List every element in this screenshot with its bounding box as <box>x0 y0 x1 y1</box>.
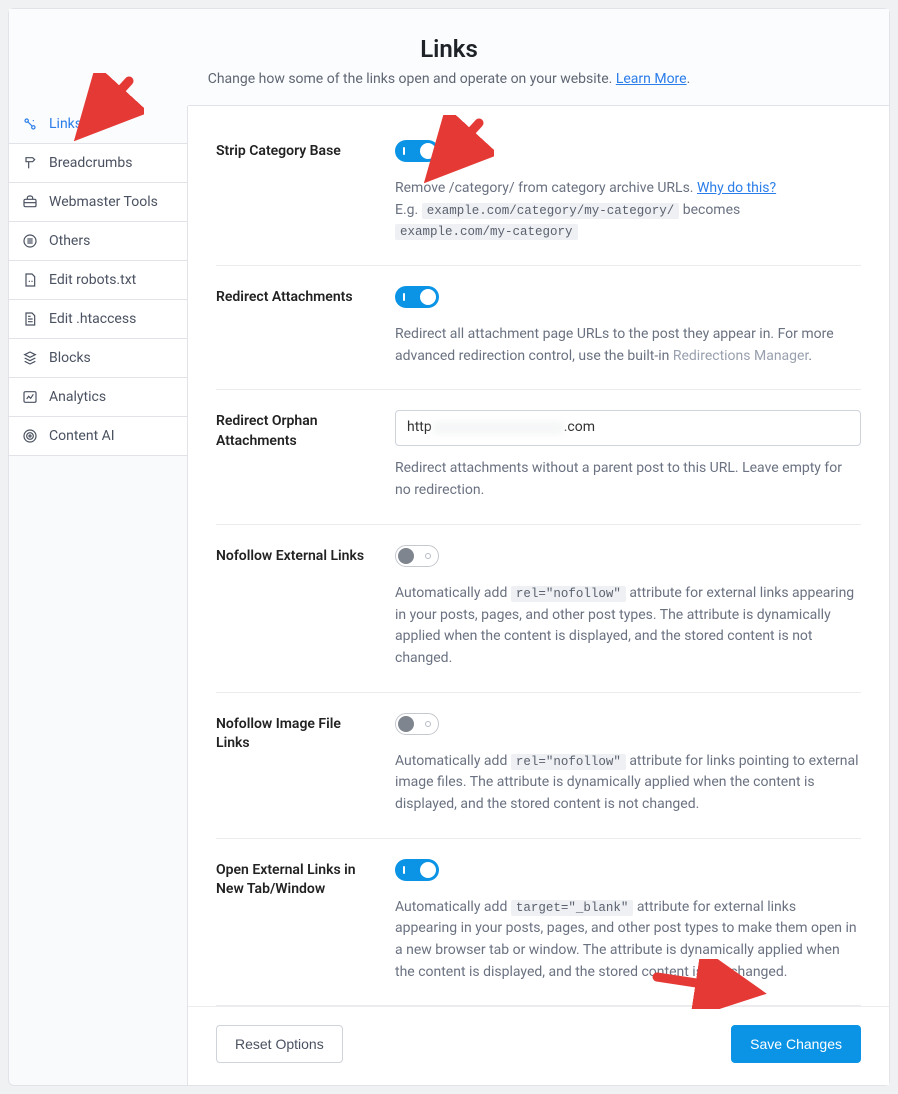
sidebar-item-label: Edit .htaccess <box>49 311 136 327</box>
page-title: Links <box>29 35 869 63</box>
toggle-redirect-attachments[interactable] <box>395 286 439 308</box>
sidebar-item-content-ai[interactable]: Content AI <box>9 417 187 455</box>
sidebar-item-others[interactable]: Others <box>9 222 187 261</box>
save-changes-button[interactable]: Save Changes <box>731 1025 861 1063</box>
robot-file-icon <box>21 271 39 289</box>
sidebar-item-label: Webmaster Tools <box>49 194 158 210</box>
settings-footer: Reset Options Save Changes <box>188 1006 889 1085</box>
redirections-manager-link[interactable]: Redirections Manager <box>673 348 809 364</box>
setting-redirect-attachments: Redirect Attachments Redirect all attach… <box>216 266 861 390</box>
sidebar-item-label: Links <box>49 116 82 132</box>
page-subtitle: Change how some of the links open and op… <box>29 71 869 87</box>
toggle-nofollow-external[interactable] <box>395 545 439 567</box>
sidebar-item-links[interactable]: Links <box>9 105 188 144</box>
page-header: Links Change how some of the links open … <box>9 9 889 106</box>
setting-label: Strip Category Base <box>216 140 371 243</box>
setting-strip-category-base: Strip Category Base Remove /category/ fr… <box>216 130 861 266</box>
sidebar-item-label: Edit robots.txt <box>49 272 136 288</box>
setting-description: Automatically add target="_blank" attrib… <box>395 897 861 984</box>
setting-description: Redirect all attachment page URLs to the… <box>395 324 861 367</box>
sidebar-item-blocks[interactable]: Blocks <box>9 339 187 378</box>
toggle-nofollow-image[interactable] <box>395 713 439 735</box>
sidebar-item-label: Breadcrumbs <box>49 155 132 171</box>
signpost-icon <box>21 154 39 172</box>
setting-description: Automatically add rel="nofollow" attribu… <box>395 583 861 670</box>
sidebar-item-label: Analytics <box>49 389 106 405</box>
setting-label: Nofollow Image File Links <box>216 713 371 816</box>
setting-label: Nofollow External Links <box>216 545 371 670</box>
blocks-icon <box>21 349 39 367</box>
setting-nofollow-external: Nofollow External Links Automatically ad… <box>216 525 861 693</box>
sidebar-item-label: Content AI <box>49 428 115 444</box>
sidebar-item-robots-txt[interactable]: Edit robots.txt <box>9 261 187 300</box>
setting-label: Redirect Orphan Attachments <box>216 410 371 501</box>
setting-open-external: Open External Links in New Tab/Window Au… <box>216 839 861 1007</box>
sidebar-item-breadcrumbs[interactable]: Breadcrumbs <box>9 144 187 183</box>
setting-label: Redirect Attachments <box>216 286 371 367</box>
sidebar-item-htaccess[interactable]: Edit .htaccess <box>9 300 187 339</box>
setting-description: Remove /category/ from category archive … <box>395 178 861 243</box>
settings-card: Links Change how some of the links open … <box>8 8 890 1086</box>
reset-options-button[interactable]: Reset Options <box>216 1025 343 1063</box>
setting-description: Automatically add rel="nofollow" attribu… <box>395 751 861 816</box>
sidebar-item-webmaster-tools[interactable]: Webmaster Tools <box>9 183 187 222</box>
toggle-strip-category-base[interactable] <box>395 140 439 162</box>
toolbox-icon <box>21 193 39 211</box>
sidebar-item-label: Blocks <box>49 350 91 366</box>
chart-icon <box>21 388 39 406</box>
document-icon <box>21 310 39 328</box>
learn-more-link[interactable]: Learn More <box>616 71 687 87</box>
setting-description: Redirect attachments without a parent po… <box>395 458 861 501</box>
setting-nofollow-image: Nofollow Image File Links Automatically … <box>216 693 861 839</box>
links-icon <box>21 115 39 133</box>
toggle-open-external[interactable] <box>395 859 439 881</box>
redirect-orphan-url-input[interactable] <box>395 410 861 446</box>
sidebar-item-label: Others <box>49 233 90 249</box>
sidebar-item-analytics[interactable]: Analytics <box>9 378 187 417</box>
settings-main: Strip Category Base Remove /category/ fr… <box>187 106 889 1085</box>
sidebar: Links Breadcrumbs Webmaster Tools Others… <box>8 105 188 456</box>
setting-redirect-orphan: Redirect Orphan Attachments http.com Red… <box>216 390 861 524</box>
why-do-this-link[interactable]: Why do this? <box>697 180 776 196</box>
circle-list-icon <box>21 232 39 250</box>
target-icon <box>21 427 39 445</box>
setting-label: Open External Links in New Tab/Window <box>216 859 371 984</box>
